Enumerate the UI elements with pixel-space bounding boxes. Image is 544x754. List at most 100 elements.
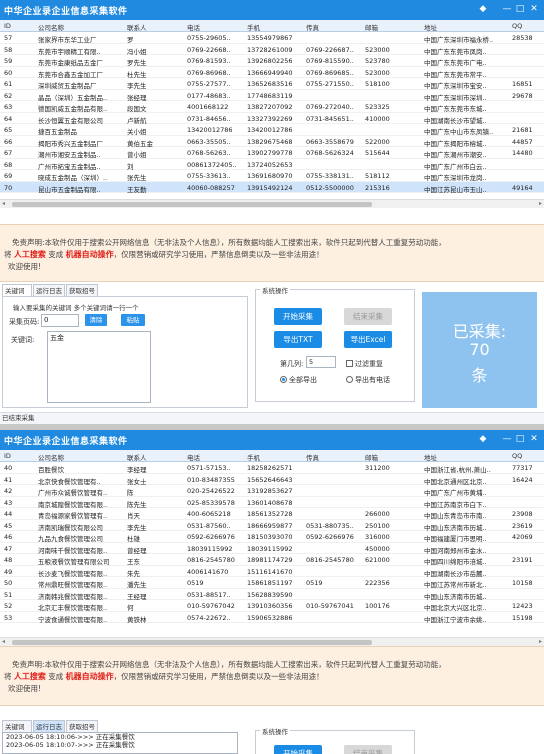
run-log-box[interactable]: 2023-06-05 18:10:06->>> 正在采集餐饮 2023-06-0…: [2, 732, 238, 754]
minimize-button[interactable]: —: [500, 3, 514, 16]
start-collect-button[interactable]: 开始采集: [274, 308, 322, 325]
table-row[interactable]: 70 昆山市五金制品有限.. 王友勤 40060-088257 13915492124 0…: [0, 181, 544, 194]
table-row[interactable]: 50 常州鼎旺餐饮管理有限.. 潘先生 0519 15861851197 0519 2223…: [0, 577, 544, 589]
col-header-contact[interactable]: 联系人: [127, 452, 183, 462]
col-header-company[interactable]: 公司名称: [38, 22, 124, 32]
col-header-phone[interactable]: 电话: [187, 22, 243, 32]
cell-phone: 4006141670: [187, 567, 229, 576]
col-header-email[interactable]: 邮箱: [365, 452, 421, 462]
export-phone-radio[interactable]: 导出有电话: [346, 375, 390, 385]
col-header-qq[interactable]: QQ: [512, 22, 542, 30]
stop-collect-button[interactable]: 结束采集: [344, 308, 392, 325]
table-row[interactable]: 41 北京快食餐饮管理有.. 张女士 010-83487355 15652646643 中…: [0, 474, 544, 486]
col-header-id[interactable]: ID: [4, 22, 34, 30]
table-row[interactable]: 62 晶品（深圳）五金制品.. 张经理 0177-48683.. 17748683119…: [0, 90, 544, 102]
export-txt-button[interactable]: 导出TXT: [274, 331, 322, 348]
table-row[interactable]: 63 德国凯威五金制品有限.. 段国文 4001668122 13827207092 07…: [0, 101, 544, 113]
table-row[interactable]: 57 张家界市东华工业厂 罗 0755-29605.. 13554979867 中国广东深…: [0, 32, 544, 44]
tab-get-number[interactable]: 获取招号: [66, 284, 98, 296]
col-header-address[interactable]: 地址: [424, 22, 508, 32]
cell-phone: 0531-88517..: [187, 590, 231, 599]
table-row[interactable]: 48 五粮液餐饮管理有限公司 王东 0816-2545780 18981174729 08…: [0, 554, 544, 566]
cell-fax: 0512-5500000: [306, 183, 354, 192]
horizontal-scrollbar[interactable]: ◂ ▸: [0, 637, 544, 646]
table-row[interactable]: 66 揭阳市秀兴五金制品厂 黄伯五金 0663-35505.. 13829675468 0…: [0, 136, 544, 148]
skin-icon[interactable]: ◆: [476, 433, 490, 446]
table-row[interactable]: 44 青岛福源家餐饮管理有.. 肖天 400-6065218 18561352728 26…: [0, 508, 544, 520]
paste-button[interactable]: 粘贴: [121, 314, 145, 326]
cell-contact: 曾小姐: [127, 151, 147, 159]
maximize-button[interactable]: □: [513, 3, 527, 16]
cell-address: 中国广东东莞市凤岗..: [424, 47, 487, 56]
scroll-right-icon[interactable]: ▸: [539, 200, 542, 207]
table-row[interactable]: 46 九品九食餐饮管理公司 杜雄 0592-6266976 18150393070 059…: [0, 531, 544, 543]
col-header-mobile[interactable]: 手机: [247, 452, 303, 462]
clear-button[interactable]: 清除: [85, 314, 107, 326]
table-row[interactable]: 65 捷百五金制品 关小姐 13420012786 13420012786 中国广东中山市…: [0, 124, 544, 136]
tab-keywords[interactable]: 关键词: [2, 284, 32, 296]
col-header-fax[interactable]: 传真: [306, 452, 362, 462]
export-all-radio[interactable]: 全部导出: [280, 375, 317, 385]
col-header-qq[interactable]: QQ: [512, 452, 542, 460]
filter-duplicates-checkbox[interactable]: 过滤重复: [346, 359, 383, 369]
cell-mobile: 15116141670: [247, 567, 293, 576]
close-button[interactable]: ✕: [527, 433, 541, 446]
scroll-left-icon[interactable]: ◂: [2, 638, 5, 645]
table-row[interactable]: 40 百胜餐饮 李经理 0571-57153.. 18258262571 311200 中国…: [0, 462, 544, 474]
cell-contact: 关小姐: [127, 128, 147, 136]
tab-run-log[interactable]: 运行日志: [33, 284, 65, 296]
scroll-right-icon[interactable]: ▸: [539, 638, 542, 645]
keyword-textarea[interactable]: 五金: [47, 331, 151, 403]
table-row[interactable]: 42 广州市众诚餐饮管理有.. 陈 020-25426522 13192853627 中国…: [0, 485, 544, 497]
cell-company: 长沙恒翼五金有限公司: [38, 116, 103, 125]
cell-contact: 张女士: [127, 477, 147, 486]
maximize-button[interactable]: □: [513, 433, 527, 446]
col-header-contact[interactable]: 联系人: [127, 22, 183, 32]
cell-company: 九品九食餐饮管理公司: [38, 535, 103, 543]
col-header-fax[interactable]: 传真: [306, 22, 362, 32]
table-row[interactable]: 68 广州市拓宝五金制品.. 刘 00861372405.. 13724052653 中国…: [0, 159, 544, 171]
tab-keywords[interactable]: 关键词: [2, 720, 32, 732]
table-row[interactable]: 64 长沙恒翼五金有限公司 卢新航 0731-84656.. 13327392269 07…: [0, 113, 544, 125]
cell-qq: 49164: [512, 183, 533, 192]
table-row[interactable]: 43 南京城隍餐饮管理有限.. 陈先生 025-85339578 13601408678…: [0, 497, 544, 509]
cell-address: 中国广东潮州市潮安..: [424, 151, 487, 159]
cell-id: 52: [4, 602, 13, 610]
minimize-button[interactable]: —: [500, 433, 514, 446]
scrollbar-thumb[interactable]: [12, 640, 372, 645]
table-row[interactable]: 51 济南韩兆餐饮管理有限.. 王经理 0531-88517.. 15628839590…: [0, 589, 544, 601]
col-header-mobile[interactable]: 手机: [247, 22, 303, 32]
close-button[interactable]: ✕: [527, 3, 541, 16]
col-header-phone[interactable]: 电话: [187, 452, 243, 462]
table-row[interactable]: 60 东莞市合鑫五金加工厂 杜先生 0769-86968.. 13666949940 07…: [0, 67, 544, 79]
export-excel-button[interactable]: 导出Excel: [344, 331, 392, 348]
table-row[interactable]: 49 长沙麦飞餐饮管理有限.. 朱先 4006141670 15116141670 中国湖…: [0, 566, 544, 578]
pages-input[interactable]: 0: [41, 314, 79, 327]
tab-get-number[interactable]: 获取招号: [66, 720, 98, 732]
table-row[interactable]: 52 北京汇丰餐饮管理有限.. 何 010-59767042 13910360356 01…: [0, 600, 544, 612]
cell-email: 523325: [365, 103, 390, 111]
tab-run-log[interactable]: 运行日志: [33, 720, 65, 732]
table-row[interactable]: 45 济南凯瑞餐饮有限公司 李先生 0531-87560.. 18666959877 05…: [0, 520, 544, 532]
table-row[interactable]: 58 东莞市宇顺精工有限.. 冯小姐 0769-22668.. 13728261009 0…: [0, 44, 544, 56]
table-row[interactable]: 69 晓成五金制品（深圳）.. 张先生 0755-33613.. 13691680970…: [0, 170, 544, 182]
horizontal-scrollbar[interactable]: ◂ ▸: [0, 199, 544, 208]
table-row[interactable]: 67 潮州市湘安五金制品.. 曾小姐 0768-56263.. 13902799778 0…: [0, 147, 544, 159]
col-header-company[interactable]: 公司名称: [38, 452, 124, 462]
scrollbar-thumb[interactable]: [12, 202, 372, 207]
start-collect-button[interactable]: 开始采集: [274, 745, 322, 754]
col-header-email[interactable]: 邮箱: [365, 22, 421, 32]
highlight-manual-search: 人工搜索: [13, 672, 46, 681]
cell-id: 69: [4, 172, 13, 180]
table-row[interactable]: 47 河南味千餐饮管理有限.. 曾经理 18039115992 18039115992 4…: [0, 543, 544, 555]
table-row[interactable]: 61 深圳威贸五金制品厂 李先生 0755-27577.. 13652683516 075…: [0, 78, 544, 90]
col-header-address[interactable]: 地址: [424, 452, 508, 462]
table-row[interactable]: 59 东莞市金康纸品五金厂 罗先生 0769-81593.. 13926802256 07…: [0, 55, 544, 67]
scroll-left-icon[interactable]: ◂: [2, 200, 5, 207]
cell-qq: 29678: [512, 91, 533, 100]
stop-collect-button[interactable]: 结束采集: [344, 745, 392, 754]
col-header-id[interactable]: ID: [4, 452, 34, 460]
column-count-input[interactable]: 5: [306, 356, 336, 368]
table-row[interactable]: 53 宁波食通餐饮管理有限.. 黄铁林 0574-22672.. 15906532886…: [0, 612, 544, 624]
skin-icon[interactable]: ◆: [476, 3, 490, 16]
